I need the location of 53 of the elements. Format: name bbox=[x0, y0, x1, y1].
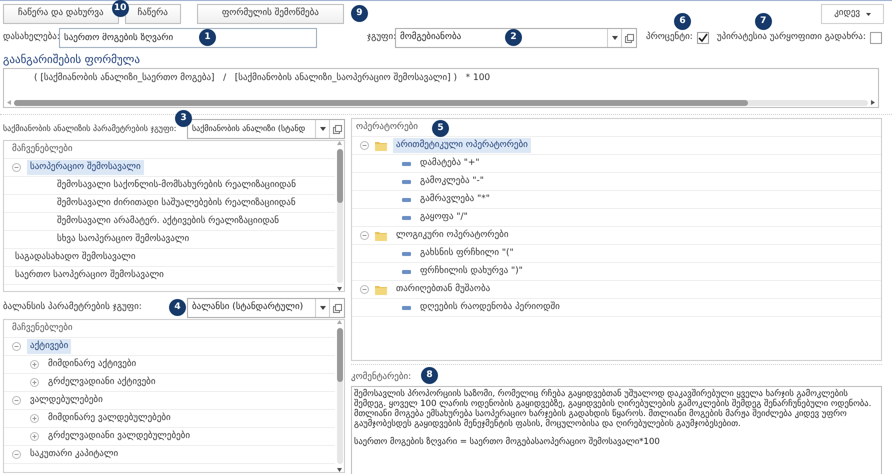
tree-item[interactable]: საერთო საოპერაციო შემოსავალი bbox=[12, 268, 167, 284]
tree-item[interactable]: დამატება "+" bbox=[417, 156, 483, 172]
dropdown[interactable]: საქმიანობის ანალიზი (სტანდ bbox=[187, 119, 345, 139]
callout-badge: 3 bbox=[175, 110, 192, 127]
tree-item[interactable]: მიმდინარე აქტივები bbox=[45, 356, 140, 372]
tree-item[interactable]: საკუთარი კაპიტალი bbox=[27, 446, 122, 462]
checkbox-label: პროცენტი: bbox=[646, 31, 693, 44]
callout-badge: 9 bbox=[350, 5, 368, 22]
field-label: საქმიანობის ანალიზის პარამეტრების ჯგუფი: bbox=[3, 123, 176, 135]
tree-item[interactable]: მიმდინარე ვალდებულებები bbox=[45, 410, 174, 426]
comment-paragraph: შემოსავლის პროპორციის საზომი, რომელიც რჩება გაყიდვებთან უშუალოდ დაკავშირებული ყველა ხარჯის გამოკლების შემდეგ. ყოველ 100 ლარის ოდენობის გაყიდვებზე, გაყიდვების ღირებულების გამოკლების შემდეგ შენარჩუნებული ოდენობა. მთლიანი მოგება ემსახურება საოპერაციო ხარჯების გადახდის წყაროს. მთლიანი მოგების მარჟა შეიძლება კიდევ უფრო გაუმჯობესდეს გაყიდვების მენეჯმენტის ფასის, მოცულობისა და ღირებულების გაუმჯობესებით. bbox=[354, 389, 872, 429]
tree-item[interactable]: გრძელვადიანი ვალდებულებები bbox=[45, 428, 193, 444]
field-label: ჯგუფი: bbox=[367, 31, 395, 44]
callout-badge: 8 bbox=[421, 367, 438, 384]
column-header: მაჩვენებლები bbox=[12, 142, 73, 156]
tree-item[interactable]: საოპერაციო შემოსავალი bbox=[27, 160, 144, 176]
tree-item[interactable]: გამოკლება "-" bbox=[417, 174, 487, 190]
tree-item[interactable]: აქტივები bbox=[27, 338, 72, 354]
field-label: კომენტარები: bbox=[351, 370, 412, 384]
callout-badge: 4 bbox=[169, 299, 186, 316]
callout-badge: 5 bbox=[432, 120, 449, 137]
tree-item[interactable]: სხვა საოპერაციო შემოსავალი bbox=[54, 232, 192, 248]
tree-item[interactable]: გაყოფა "/" bbox=[417, 210, 471, 226]
field-label: ბალანსის პარამეტრების ჯგუფი: bbox=[3, 301, 142, 314]
tree-item[interactable]: შემოსავალი საქონლის-მომსახურების რეალიზაციიდან bbox=[54, 178, 299, 194]
toolbar-button[interactable]: ჩაწერა bbox=[124, 4, 181, 24]
tree-item[interactable]: თარიღებთან მუშაობა bbox=[393, 282, 494, 298]
tree-item[interactable]: ფრჩხილის დახურვა ")" bbox=[417, 264, 526, 280]
callout-badge: 10 bbox=[112, 0, 129, 17]
callout-badge: 7 bbox=[754, 13, 772, 30]
formula-text: ( [საქმიანობის ანალიზი_საერთო მოგება] / [საქმიანობის ანალიზი_საოპერაციო შემოსავალი] ) * 100 bbox=[33, 72, 492, 85]
tree-item[interactable]: საგადასახადო შემოსავალი bbox=[12, 250, 139, 266]
tree-item[interactable]: გრძელვადიანი აქტივები bbox=[45, 374, 158, 390]
section-title: გაანგარიშების ფორმულა bbox=[2, 52, 141, 68]
tree-item[interactable]: შემოსავალი ძირითადი საშუალებების რეალიზაციიდან bbox=[54, 196, 299, 212]
tree-item[interactable]: ვალდებულებები bbox=[27, 392, 106, 408]
toolbar-button[interactable]: ფორმულის შემოწმება bbox=[196, 4, 344, 24]
tree-item[interactable]: არითმეტიკული ოპერატორები bbox=[393, 138, 531, 154]
column-header: მაჩვენებლები bbox=[12, 322, 73, 335]
tree-item[interactable]: შემოსავალი არამატერ. აქტივების რეალიზაციიდან bbox=[54, 214, 282, 230]
field-label: დასახელება: bbox=[3, 31, 59, 44]
panel-title: ოპერატორები bbox=[356, 120, 418, 134]
formula-editor[interactable]: ( [საქმიანობის ანალიზი_საერთო მოგება] / [საქმიანობის ანალიზი_საოპერაციო შემოსავალი] ) * 100 bbox=[3, 68, 879, 108]
callout-badge: 1 bbox=[199, 29, 216, 46]
dropdown[interactable]: ბალანსი (სტანდარტული) bbox=[187, 298, 345, 318]
tree-item[interactable]: გახსნის ფრჩხილი "(" bbox=[417, 246, 517, 262]
comment-paragraph: საერთო მოგების ზღვარი = საერთო მოგებასაოპერაციო შემოსავალი*100 bbox=[354, 437, 661, 447]
tree-item[interactable]: ლოგიკური ოპერატორები bbox=[393, 228, 512, 244]
more-button[interactable]: კიდევ bbox=[821, 4, 884, 24]
checkbox-label: უპირატესია უარყოფითი გადახრა: bbox=[716, 31, 866, 44]
tree-item[interactable]: დღეების რაოდენობა პერიოდში bbox=[417, 300, 563, 316]
callout-badge: 6 bbox=[674, 13, 691, 30]
tree-item[interactable]: გამრავლება "*" bbox=[417, 192, 493, 208]
